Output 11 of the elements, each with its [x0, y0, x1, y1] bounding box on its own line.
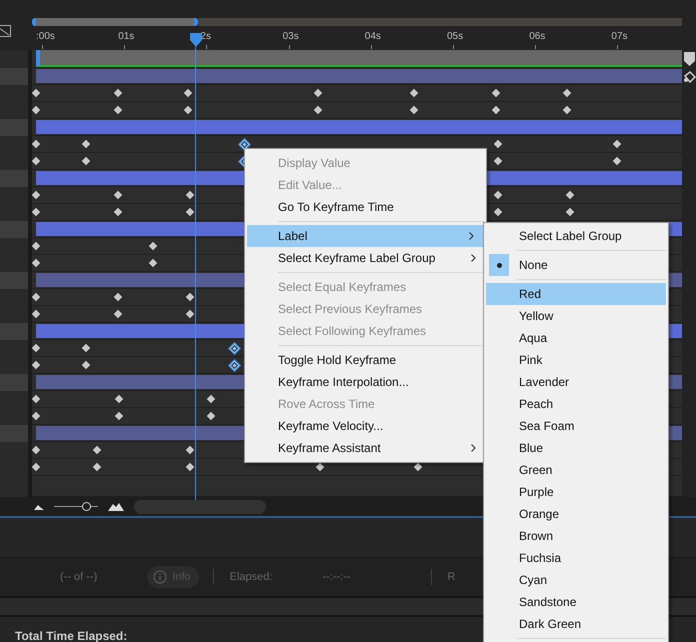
- time-label: :00s: [36, 31, 55, 42]
- time-label: 06s: [529, 31, 546, 42]
- time-label: 05s: [447, 31, 464, 42]
- time-label: 07s: [611, 31, 628, 42]
- result-count: (-- of --): [60, 571, 98, 583]
- time-label: 04s: [364, 31, 381, 42]
- status-label: R: [448, 571, 456, 583]
- elapsed-label: Elapsed:: [230, 571, 272, 583]
- time-label: 03s: [282, 31, 299, 42]
- time-label: 01s: [118, 31, 134, 42]
- elapsed-value: --:--:--: [322, 571, 351, 583]
